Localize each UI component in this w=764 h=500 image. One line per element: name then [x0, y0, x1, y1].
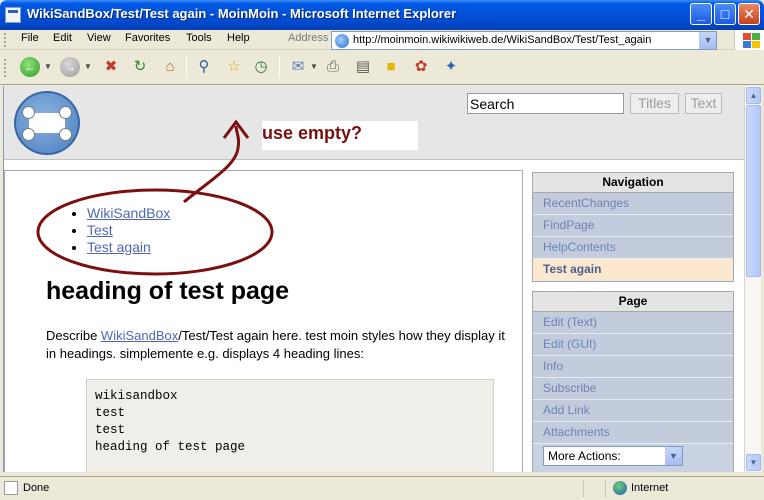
title-bar[interactable]: WikiSandBox/Test/Test again - MoinMoin -…: [0, 0, 764, 30]
ie-window-icon: [5, 7, 21, 23]
address-url[interactable]: http://moinmoin.wikiwikiweb.de/WikiSandB…: [353, 34, 651, 46]
nav-item-findpage[interactable]: FindPage: [533, 215, 733, 237]
navigation-panel: Navigation RecentChanges FindPage HelpCo…: [532, 172, 734, 282]
home-icon[interactable]: ⌂: [160, 57, 180, 77]
messenger-icon[interactable]: ✿: [411, 57, 431, 77]
search-icon[interactable]: ⚲: [194, 57, 214, 77]
mail-dropdown-icon[interactable]: ▼: [310, 62, 318, 71]
status-divider: [583, 480, 584, 497]
page-item-subscribe[interactable]: Subscribe: [533, 378, 733, 400]
nav-item-recentchanges[interactable]: RecentChanges: [533, 193, 733, 215]
standard-toolbar: ← ▼ → ▼ ✖ ↻ ⌂ ⚲ ☆ ◷ ✉ ▼ ⎙ ▤ ■ ✿ ✦: [0, 51, 764, 85]
page-item-info[interactable]: Info: [533, 356, 733, 378]
scrollbar-thumb[interactable]: [746, 105, 761, 277]
security-zone: Internet: [631, 482, 669, 494]
refresh-icon[interactable]: ↻: [130, 57, 150, 77]
toolbar-separator: [279, 56, 280, 78]
more-actions-select[interactable]: More Actions: ▼: [543, 446, 683, 466]
status-text: Done: [23, 482, 50, 494]
menu-view[interactable]: View: [87, 32, 111, 44]
annotation-ellipse: [36, 188, 274, 276]
window-title: WikiSandBox/Test/Test again - MoinMoin -…: [27, 6, 457, 21]
history-icon[interactable]: ◷: [251, 57, 271, 77]
toolbar-grip: [4, 59, 7, 77]
page-panel-title: Page: [533, 292, 733, 312]
edit-icon[interactable]: ▤: [353, 57, 373, 77]
windows-logo-icon: [734, 30, 764, 50]
forward-dropdown-icon[interactable]: ▼: [84, 62, 92, 71]
navigation-title: Navigation: [533, 173, 733, 193]
back-dropdown-icon[interactable]: ▼: [44, 62, 52, 71]
minimize-button[interactable]: _: [690, 3, 712, 25]
menu-help[interactable]: Help: [227, 32, 250, 44]
stop-icon[interactable]: ✖: [101, 57, 121, 77]
vertical-scrollbar[interactable]: ▲ ▼: [744, 86, 761, 472]
address-bar[interactable]: http://moinmoin.wikiwikiweb.de/WikiSandB…: [331, 31, 717, 50]
address-dropdown-icon[interactable]: ▼: [699, 32, 716, 49]
forward-icon[interactable]: →: [60, 57, 80, 77]
page-item-edit-text[interactable]: Edit (Text): [533, 312, 733, 334]
discuss-icon[interactable]: ■: [381, 57, 401, 77]
chevron-down-icon[interactable]: ▼: [665, 447, 682, 465]
print-icon[interactable]: ⎙: [323, 57, 343, 77]
scroll-up-icon[interactable]: ▲: [746, 87, 761, 104]
nav-item-current[interactable]: Test again: [533, 259, 733, 281]
browser-viewport: Titles Text use empty? WikiSandBox Test …: [3, 86, 744, 472]
favorites-icon[interactable]: ☆: [224, 57, 244, 77]
nav-item-helpcontents[interactable]: HelpContents: [533, 237, 733, 259]
internet-zone-icon: [613, 481, 627, 495]
page-status-icon: [4, 481, 18, 495]
menu-bar: File Edit View Favorites Tools Help Addr…: [0, 30, 764, 50]
more-actions-label: More Actions:: [548, 449, 621, 463]
page-item-add-link[interactable]: Add Link: [533, 400, 733, 422]
research-icon[interactable]: ✦: [441, 57, 461, 77]
menu-tools[interactable]: Tools: [186, 32, 212, 44]
mail-icon[interactable]: ✉: [288, 57, 308, 77]
back-icon[interactable]: ←: [20, 57, 40, 77]
menu-edit[interactable]: Edit: [53, 32, 72, 44]
status-bar: Done Internet: [0, 476, 764, 500]
maximize-button[interactable]: □: [714, 3, 736, 25]
menu-favorites[interactable]: Favorites: [125, 32, 170, 44]
toolbar-grip: [4, 33, 7, 47]
scroll-down-icon[interactable]: ▼: [746, 454, 761, 471]
address-label: Address: [288, 32, 329, 44]
status-divider: [605, 480, 606, 497]
page-item-attachments[interactable]: Attachments: [533, 422, 733, 444]
toolbar-separator: [186, 56, 187, 78]
page-panel: Page Edit (Text) Edit (GUI) Info Subscri…: [532, 291, 734, 472]
page-item-edit-gui[interactable]: Edit (GUI): [533, 334, 733, 356]
close-button[interactable]: ✕: [738, 3, 760, 25]
menu-file[interactable]: File: [21, 32, 39, 44]
page-icon: [335, 34, 349, 48]
